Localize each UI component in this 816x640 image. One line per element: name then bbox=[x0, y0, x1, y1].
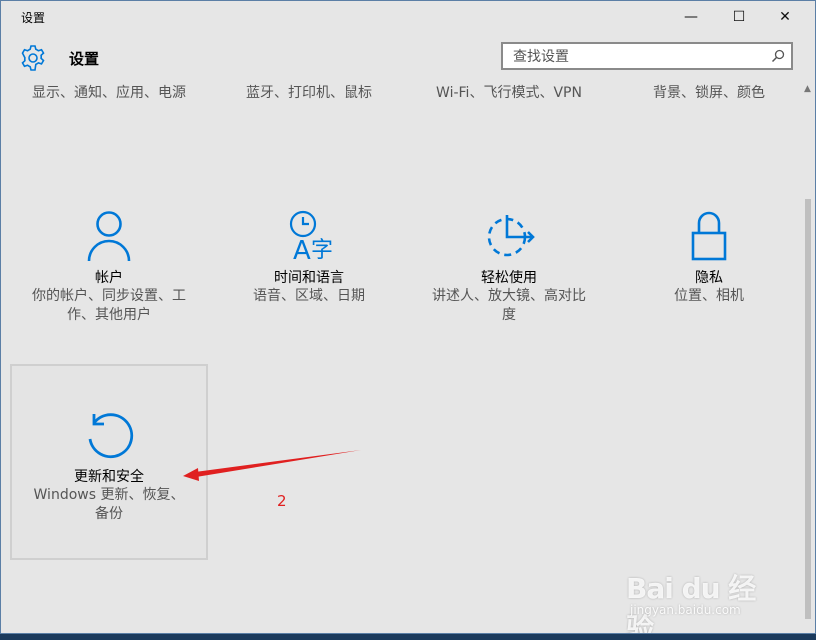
window-title: 设置 bbox=[21, 11, 46, 25]
time-language-icon: A 字 bbox=[289, 210, 333, 263]
tile-time-language[interactable]: A 字 时间和语言 语音、区域、日期 bbox=[210, 167, 408, 363]
search-box[interactable] bbox=[501, 42, 793, 70]
system-category-desc[interactable]: 显示、通知、应用、电源 bbox=[19, 84, 199, 103]
refresh-icon bbox=[88, 413, 134, 459]
network-category-desc[interactable]: Wi-Fi、飞行模式、VPN bbox=[419, 84, 599, 103]
tile-update-security-title: 更新和安全 bbox=[74, 469, 144, 485]
tile-update-security-desc: Windows 更新、恢复、备份 bbox=[33, 487, 185, 522]
tile-time-language-title: 时间和语言 bbox=[274, 270, 344, 286]
gear-icon bbox=[21, 45, 45, 71]
maximize-button[interactable]: ☐ bbox=[716, 1, 762, 33]
tile-ease-of-access[interactable]: 轻松使用 讲述人、放大镜、高对比度 bbox=[410, 167, 608, 363]
watermark-brand: Bai du 经验 bbox=[626, 572, 756, 634]
ease-of-access-icon bbox=[487, 215, 535, 257]
person-icon bbox=[87, 211, 131, 262]
scrollbar[interactable]: ▲ bbox=[801, 81, 815, 633]
watermark: Bai du 经验 jingyan.baidu.com bbox=[626, 567, 776, 633]
tile-privacy-title: 隐私 bbox=[695, 270, 723, 286]
tile-ease-of-access-title: 轻松使用 bbox=[481, 270, 537, 286]
maximize-icon: ☐ bbox=[732, 9, 746, 25]
watermark-url: jingyan.baidu.com bbox=[630, 603, 741, 617]
svg-text:A: A bbox=[293, 236, 311, 263]
minimize-button[interactable]: — bbox=[668, 1, 714, 33]
scroll-thumb[interactable] bbox=[805, 199, 811, 619]
search-input[interactable] bbox=[511, 47, 770, 67]
search-icon[interactable] bbox=[770, 48, 786, 64]
tile-privacy[interactable]: 隐私 位置、相机 bbox=[610, 167, 808, 363]
close-icon: ✕ bbox=[779, 9, 791, 25]
personalization-category-desc[interactable]: 背景、锁屏、颜色 bbox=[619, 84, 799, 103]
tile-accounts[interactable]: 帐户 你的帐户、同步设置、工作、其他用户 bbox=[10, 167, 208, 363]
minimize-icon: — bbox=[684, 9, 698, 25]
scroll-up-icon[interactable]: ▲ bbox=[804, 84, 811, 94]
svg-text:字: 字 bbox=[311, 238, 333, 263]
tile-update-security[interactable]: 更新和安全 Windows 更新、恢复、备份 bbox=[10, 364, 208, 560]
annotation-label: 2 bbox=[277, 492, 287, 510]
close-button[interactable]: ✕ bbox=[762, 1, 808, 33]
tile-time-language-desc: 语音、区域、日期 bbox=[253, 288, 365, 304]
title-bar[interactable]: 设置 — ☐ ✕ bbox=[1, 1, 815, 33]
settings-window: 设置 — ☐ ✕ 设置 显示、通知、应用、电源 蓝牙、打印机、鼠标 Wi-Fi、… bbox=[0, 0, 816, 634]
lock-icon bbox=[691, 211, 727, 261]
tile-privacy-desc: 位置、相机 bbox=[674, 288, 744, 304]
page-title: 设置 bbox=[69, 50, 100, 68]
devices-category-desc[interactable]: 蓝牙、打印机、鼠标 bbox=[219, 84, 399, 103]
tile-accounts-title: 帐户 bbox=[95, 270, 123, 286]
tile-accounts-desc: 你的帐户、同步设置、工作、其他用户 bbox=[32, 288, 186, 323]
tile-ease-of-access-desc: 讲述人、放大镜、高对比度 bbox=[432, 288, 586, 323]
